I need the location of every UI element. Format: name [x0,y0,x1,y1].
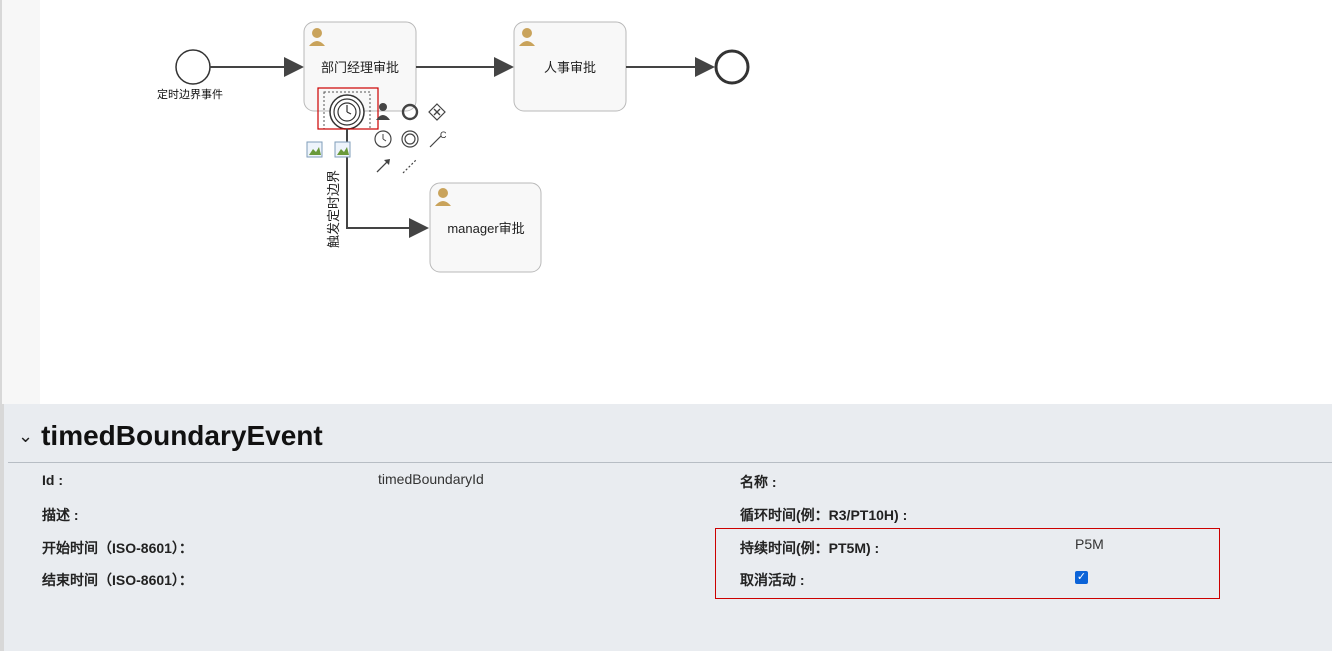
image-placeholder-icon [334,141,351,158]
task-dept-manager[interactable]: 部门经理审批 [303,21,417,112]
association-line-icon[interactable] [402,158,418,174]
task-dept-manager-label: 部门经理审批 [321,60,399,75]
panel-divider [8,462,1332,463]
context-palette[interactable]: C [374,103,447,174]
properties-panel: ⌄ timedBoundaryEvent Id : timedBoundaryI… [0,404,1332,651]
panel-header[interactable]: ⌄ timedBoundaryEvent [18,416,323,456]
bpmn-diagram[interactable]: 定时边界事件 部门经理审批 人事审批 触发定时边界 C manager审批 [0,0,1332,404]
description-label: 描述 : [42,507,79,523]
id-label: Id : [42,472,63,488]
end-event[interactable] [714,49,750,85]
start-event-label: 定时边界事件 [157,87,223,101]
append-intermediate-event-icon[interactable] [401,130,419,148]
text-annotation-letter: C [440,130,447,140]
chevron-down-icon[interactable]: ⌄ [18,427,33,445]
task-hr[interactable]: 人事审批 [513,21,627,112]
append-timer-icon[interactable] [374,130,392,148]
panel-title: timedBoundaryEvent [41,420,323,451]
text-annotation-icon[interactable]: C [429,130,447,148]
clock-icon [337,102,357,122]
task-manager[interactable]: manager审批 [429,182,542,273]
start-time-label: 开始时间（ISO-8601）： [42,540,193,556]
cycle-time-label: 循环时间(例：R3/PT10H) : [740,507,908,523]
id-value[interactable]: timedBoundaryId [378,471,484,487]
task-hr-label: 人事审批 [544,60,596,75]
highlight-box [715,528,1220,599]
end-time-label: 结束时间（ISO-8601）： [42,572,193,588]
task-manager-label: manager审批 [447,221,524,236]
name-label: 名称 : [740,474,777,490]
start-event[interactable] [175,49,211,85]
connect-arrow-icon[interactable] [376,159,390,173]
append-gateway-icon[interactable] [428,103,446,121]
image-placeholder-icon [306,141,323,158]
boundary-flow-label: 触发定时边界 [326,170,341,248]
